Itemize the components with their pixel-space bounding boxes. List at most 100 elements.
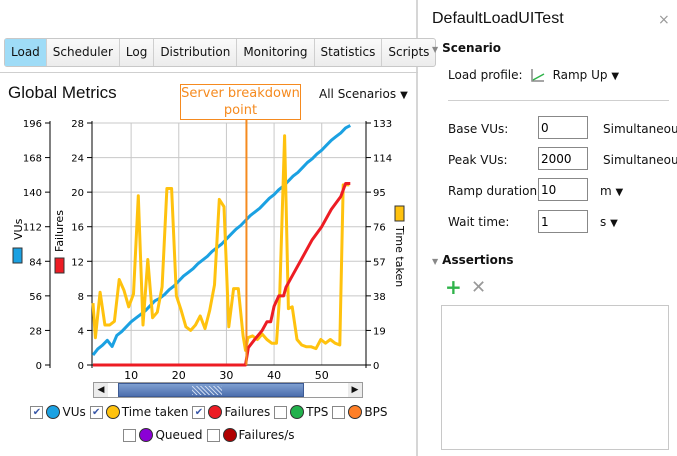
- ramp-unit-select[interactable]: m ▼: [600, 184, 623, 198]
- time-tick-label: 133: [373, 119, 392, 130]
- wait-unit-select[interactable]: s ▼: [600, 215, 618, 229]
- metrics-chart: 10 20 30 40 50 0 28 56 84 112 140 168 196 0 4 8 12 16 20 24…: [12, 118, 406, 382]
- vus-tick-label: 28: [29, 326, 42, 337]
- legend-checkbox-queued[interactable]: [123, 428, 137, 442]
- legend-color-circle-icon: [208, 405, 223, 419]
- scrollbar-thumb[interactable]: [118, 383, 304, 397]
- failures-tick-label: 20: [71, 188, 84, 199]
- failures-tick-label: 24: [71, 154, 84, 165]
- divider: [448, 100, 669, 101]
- legend-item-tps: TPS: [274, 405, 328, 419]
- assertions-list[interactable]: [441, 305, 669, 450]
- peak-vus-unit: Simultaneou: [603, 153, 677, 167]
- failures-tick-label: 8: [78, 292, 84, 303]
- failures-tick-label: 0: [78, 361, 84, 372]
- legend-item-time-taken: ✔ Time taken: [89, 405, 189, 419]
- metrics-panel: Load Scheduler Log Distribution Monitori…: [0, 0, 437, 456]
- legend-label: VUs: [62, 405, 86, 419]
- ramp-up-icon: [530, 69, 544, 82]
- remove-assertion-icon[interactable]: ✕: [471, 278, 486, 298]
- legend-item-failures: ✔ Failures: [192, 405, 270, 419]
- close-icon[interactable]: ×: [658, 12, 670, 28]
- time-tick-label: 114: [373, 154, 392, 165]
- legend-color-circle-icon: [46, 405, 61, 419]
- assertions-heading: Assertions: [442, 253, 514, 267]
- vus-tick-label: 168: [23, 154, 42, 165]
- dropdown-arrow-icon: ▼: [611, 71, 620, 82]
- vus-tick-label: 56: [29, 292, 42, 303]
- peak-vus-input[interactable]: [538, 147, 588, 170]
- legend-checkbox-tps[interactable]: [274, 405, 288, 419]
- legend-color-circle-icon: [139, 428, 154, 442]
- load-profile-label: Load profile:: [448, 68, 523, 82]
- scroll-right-icon[interactable]: ▶: [348, 383, 362, 397]
- legend-checkbox-failures[interactable]: ✔: [192, 405, 206, 419]
- legend-label: TPS: [306, 405, 329, 419]
- legend-checkbox-time-taken[interactable]: ✔: [89, 405, 103, 419]
- vus-tick-label: 196: [23, 119, 42, 130]
- scroll-left-icon[interactable]: ◀: [94, 383, 108, 397]
- legend-color-circle-icon: [290, 405, 305, 419]
- base-vus-unit: Simultaneou: [603, 122, 677, 136]
- failures-tick-label: 28: [71, 119, 84, 130]
- x-tick-label: 10: [124, 369, 138, 382]
- legend-checkbox-failures-s[interactable]: [206, 428, 220, 442]
- grip-icon: [192, 386, 222, 395]
- time-tick-label: 57: [373, 257, 386, 268]
- breakdown-annotation: Server breakdown point: [180, 84, 301, 120]
- collapse-triangle-icon: ▼: [432, 257, 439, 266]
- collapse-triangle-icon: ▼: [432, 45, 439, 54]
- add-assertion-icon[interactable]: +: [445, 277, 462, 297]
- legend-label: Time taken: [121, 405, 189, 419]
- wait-unit-value: s: [600, 215, 607, 229]
- legend-label: Queued: [155, 428, 203, 442]
- vus-tick-label: 112: [23, 223, 42, 234]
- vus-axis-title: VUs: [12, 218, 25, 240]
- chart-scrollbar[interactable]: ◀ ▶: [93, 382, 363, 398]
- failures-tick-label: 12: [71, 257, 84, 268]
- legend-item-bps: BPS: [332, 405, 388, 419]
- ramp-duration-input[interactable]: [538, 178, 588, 201]
- base-vus-label: Base VUs:: [448, 122, 509, 136]
- legend-checkbox-bps[interactable]: [332, 405, 346, 419]
- base-vus-input[interactable]: [538, 116, 588, 139]
- x-tick-label: 50: [315, 369, 329, 382]
- x-tick-label: 40: [267, 369, 281, 382]
- assertions-section-toggle[interactable]: ▼ Assertions: [432, 253, 514, 267]
- ramp-duration-label: Ramp duration:: [448, 184, 542, 198]
- failures-tick-label: 4: [78, 326, 84, 337]
- legend-color-circle-icon: [222, 428, 237, 442]
- scenario-panel: DefaultLoadUITest × ▼ Scenario Load profi…: [420, 0, 677, 456]
- x-tick-label: 30: [219, 369, 233, 382]
- time-tick-label: 0: [373, 361, 379, 372]
- load-profile-select[interactable]: Ramp Up ▼: [553, 68, 619, 82]
- time-tick-label: 38: [373, 292, 386, 303]
- wait-time-label: Wait time:: [448, 215, 510, 229]
- scenario-heading: Scenario: [442, 41, 501, 55]
- legend-label: Failures: [224, 405, 271, 419]
- legend-label: BPS: [364, 405, 388, 419]
- failures-tick-label: 16: [71, 223, 84, 234]
- dropdown-arrow-icon: ▼: [615, 187, 624, 198]
- ramp-unit-value: m: [600, 184, 612, 198]
- failures-axis-title: Failures: [53, 210, 66, 252]
- legend-item-vus: ✔ VUs: [30, 405, 86, 419]
- time-tick-label: 19: [373, 326, 386, 337]
- x-tick-label: 20: [172, 369, 186, 382]
- load-profile-value: Ramp Up: [552, 68, 608, 82]
- time-tick-label: 95: [373, 188, 386, 199]
- legend-color-circle-icon: [348, 405, 363, 419]
- legend-color-circle-icon: [105, 405, 120, 419]
- legend-item-queued: Queued: [123, 428, 203, 442]
- time-tick-label: 76: [373, 223, 386, 234]
- legend-label: Failures/s: [238, 428, 295, 442]
- time-swatch-icon: [394, 205, 405, 222]
- failures-swatch-icon: [54, 257, 65, 274]
- load-profile-row: Load profile: Ramp Up ▼: [448, 68, 619, 82]
- time-axis-title: Time taken: [393, 225, 406, 287]
- wait-time-input[interactable]: [538, 210, 588, 233]
- peak-vus-label: Peak VUs:: [448, 153, 508, 167]
- vus-tick-label: 84: [29, 257, 42, 268]
- legend-checkbox-vus[interactable]: ✔: [30, 405, 44, 419]
- scenario-section-toggle[interactable]: ▼ Scenario: [432, 41, 501, 55]
